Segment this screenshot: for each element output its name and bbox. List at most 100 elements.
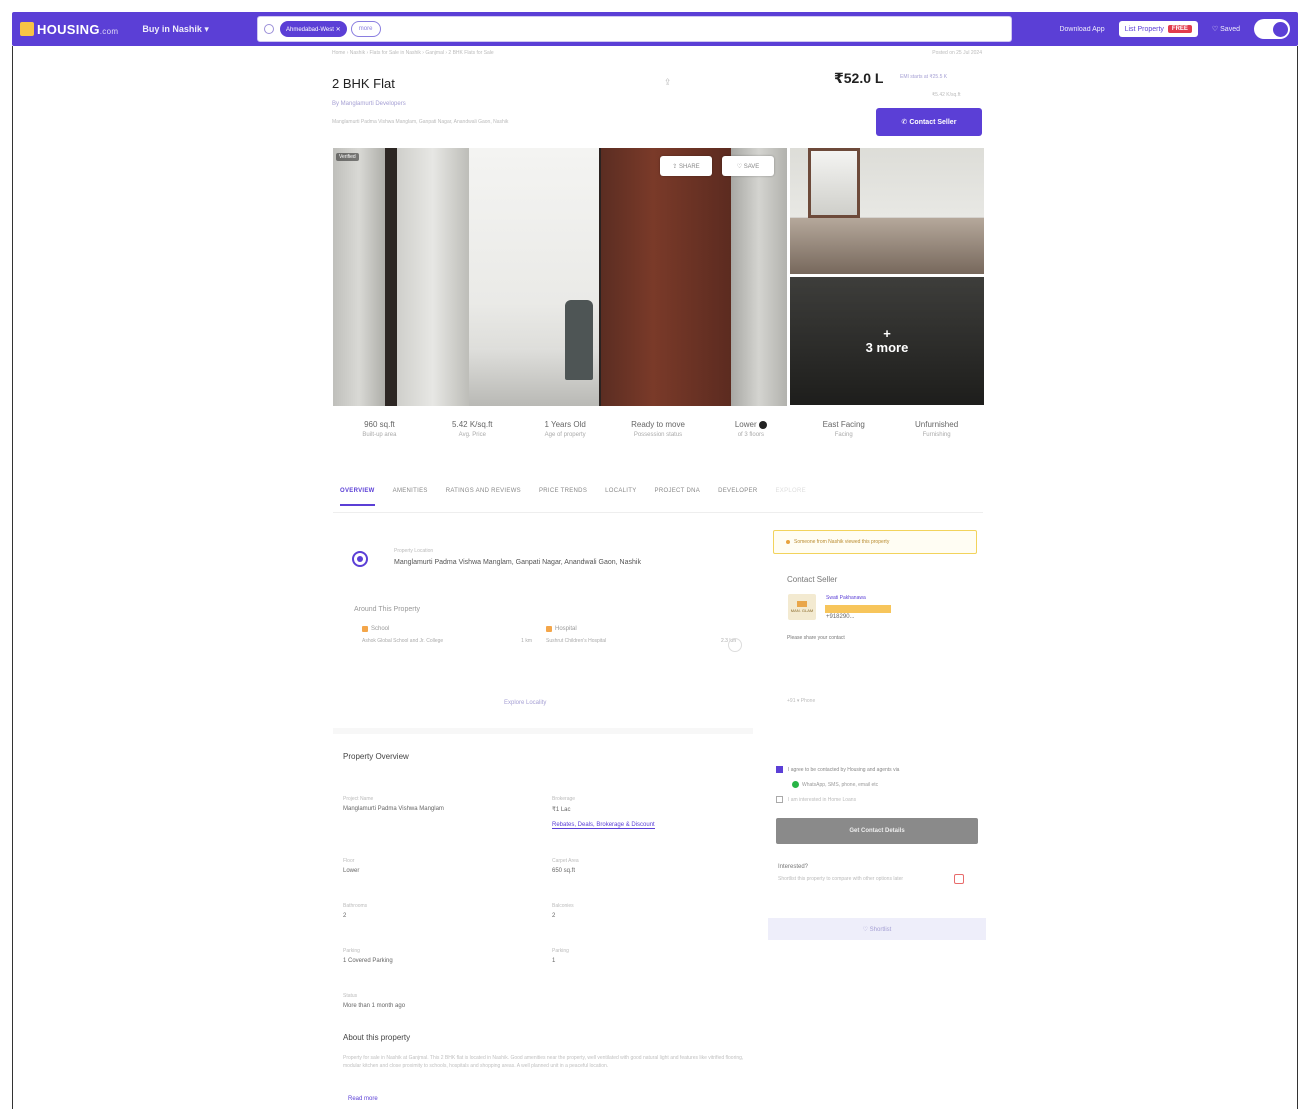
- read-more-link[interactable]: Read more: [348, 1096, 378, 1102]
- stat-label: Age of property: [544, 432, 586, 438]
- stat-item: 960 sq.ft Built-up area: [333, 420, 426, 439]
- carousel-next-icon[interactable]: [728, 638, 742, 652]
- tab-price-trends[interactable]: PRICE TRENDS: [539, 488, 587, 506]
- saved-link[interactable]: ♡ Saved: [1212, 25, 1240, 33]
- home-loan-label: I am interested in Home Loans: [788, 796, 857, 803]
- school-icon: [362, 626, 368, 632]
- hospital-icon: [546, 626, 552, 632]
- share-icon[interactable]: ⇪: [664, 77, 672, 88]
- list-property-button[interactable]: List Property FREE: [1118, 21, 1198, 37]
- overview-item: Project Name Manglamurti Padma Vishwa Man…: [343, 796, 523, 812]
- tab-overview[interactable]: OVERVIEW: [340, 488, 375, 506]
- city-selector[interactable]: Buy in Nashik ▾: [142, 24, 209, 35]
- info-icon[interactable]: [758, 420, 767, 429]
- alert-banner: Someone from Nashik viewed this property: [773, 530, 977, 554]
- tab-ratings[interactable]: RATINGS AND REVIEWS: [446, 488, 521, 506]
- home-loan-checkbox[interactable]: I am interested in Home Loans: [776, 796, 856, 803]
- section-tabs: OVERVIEW AMENITIES RATINGS AND REVIEWS P…: [340, 488, 806, 506]
- top-navbar: HOUSING.com Buy in Nashik ▾ Ahmedabad-We…: [12, 12, 1298, 46]
- overview-label: Floor: [343, 858, 355, 864]
- photo-window: [808, 148, 860, 218]
- seller-logo-text: MAN. GLAM: [790, 608, 814, 613]
- tab-explore[interactable]: EXPLORE: [775, 488, 805, 506]
- get-contact-button[interactable]: Get Contact Details: [776, 818, 978, 844]
- interested-title: Interested?: [778, 864, 809, 870]
- overview-label: Brokerage: [552, 796, 576, 802]
- avatar-icon: [1273, 21, 1288, 37]
- search-more-chip[interactable]: more: [350, 21, 381, 37]
- overview-value: 1 Covered Parking: [343, 958, 393, 964]
- search-bar[interactable]: Ahmedabad-West ✕ more: [257, 16, 1012, 42]
- avatar[interactable]: [1254, 19, 1290, 39]
- housing-logo[interactable]: HOUSING.com: [20, 19, 118, 39]
- around-title: Around This Property: [354, 606, 421, 613]
- around-card-header: Hospital: [546, 626, 736, 632]
- stat-value: 1 Years Old: [544, 420, 586, 429]
- stat-label: Facing: [834, 432, 853, 438]
- tab-project-dna[interactable]: PROJECT DNA: [655, 488, 701, 506]
- location-text: Manglamurti Padma Vishwa Manglam, Ganpat…: [394, 559, 641, 566]
- overview-label: Balconies: [552, 903, 574, 909]
- stat-item: 5.42 K/sq.ft Avg. Price: [426, 420, 519, 439]
- plus-icon: +: [883, 326, 891, 341]
- more-photos-count: 3 more: [865, 340, 909, 355]
- gallery-thumbnail-more[interactable]: + 3 more: [790, 277, 984, 405]
- overview-value: 2: [343, 913, 347, 919]
- location-label: Property Location: [394, 548, 434, 554]
- checkbox-checked-icon[interactable]: [776, 766, 783, 773]
- overview-label: Status: [343, 993, 358, 999]
- nav-right: Download App List Property FREE ♡ Saved: [1059, 12, 1290, 46]
- photo-floor: [790, 218, 984, 274]
- around-card-hospital[interactable]: Hospital Sushrut Children's Hospital 2.3 …: [546, 626, 736, 670]
- school-name: Ashok Global School and Jr. College: [362, 638, 444, 644]
- school-distance: 1 km: [521, 638, 532, 644]
- tabs-divider: [333, 512, 983, 513]
- brokerage-link[interactable]: Rebates, Deals, Brokerage & Discount: [552, 822, 655, 829]
- details-note: Please share your contact: [787, 635, 845, 641]
- explore-locality-link[interactable]: Explore Locality: [504, 700, 546, 706]
- overview-value: 2: [552, 913, 556, 919]
- download-app-link[interactable]: Download App: [1059, 26, 1104, 33]
- interested-subtitle: Shortlist this property to compare with …: [778, 876, 904, 882]
- photo-chair: [565, 300, 593, 380]
- overview-value: 650 sq.ft: [552, 868, 576, 874]
- shortlist-bar[interactable]: ♡ Shortlist: [768, 918, 986, 940]
- stat-value: Lower: [704, 420, 797, 429]
- around-card-body: Ashok Global School and Jr. College 1 km: [362, 638, 532, 645]
- overview-value: Lower: [343, 868, 360, 874]
- gallery-save-button[interactable]: ♡ SAVE: [722, 156, 774, 176]
- gallery-thumbnail-1[interactable]: [790, 148, 984, 274]
- emi-link[interactable]: EMI starts at ₹25.5 K: [900, 74, 947, 80]
- checkbox-icon[interactable]: [776, 796, 783, 803]
- around-card-header: School: [362, 626, 532, 632]
- stat-item: East Facing Facing: [797, 420, 890, 439]
- consent-checkbox[interactable]: I agree to be contacted by Housing and a…: [776, 766, 899, 773]
- contact-seller-button[interactable]: ✆ Contact Seller: [876, 108, 982, 136]
- developer-link[interactable]: By Manglamurti Developers: [332, 101, 406, 107]
- about-title: About this property: [343, 1033, 411, 1042]
- around-card-school[interactable]: School Ashok Global School and Jr. Colle…: [362, 626, 532, 670]
- tab-developer[interactable]: DEVELOPER: [718, 488, 757, 506]
- tab-amenities[interactable]: AMENITIES: [393, 488, 428, 506]
- more-photos-overlay: + 3 more: [790, 277, 984, 405]
- page-title: 2 BHK Flat: [332, 76, 395, 91]
- phone-field[interactable]: +91 ▾ Phone: [787, 698, 815, 704]
- overview-label: Parking: [552, 948, 569, 954]
- stat-item: Ready to move Possession status: [612, 420, 705, 439]
- overview-value: ₹1 Lac: [552, 807, 571, 813]
- logo-icon: [20, 22, 34, 36]
- gallery-share-button[interactable]: ⇪ SHARE: [660, 156, 712, 176]
- search-chip[interactable]: Ahmedabad-West ✕: [280, 21, 347, 37]
- gallery-main-image[interactable]: Verified ⇪ SHARE ♡ SAVE: [333, 148, 787, 406]
- around-card-body: Sushrut Children's Hospital 2.3 km: [546, 638, 736, 645]
- tab-locality[interactable]: LOCALITY: [605, 488, 636, 506]
- breadcrumb[interactable]: Home › Nashik › Flats for Sale in Nashik…: [332, 50, 494, 56]
- stat-value: East Facing: [822, 420, 865, 429]
- alert-icon: [786, 540, 790, 544]
- property-price: ₹52.0 L: [834, 70, 884, 86]
- stat-label: Avg. Price: [458, 432, 486, 438]
- shortlist-icon[interactable]: [954, 874, 964, 884]
- overview-item: Floor Lower: [343, 858, 523, 874]
- stat-value: Unfurnished: [915, 420, 959, 429]
- overview-label: Parking: [343, 948, 360, 954]
